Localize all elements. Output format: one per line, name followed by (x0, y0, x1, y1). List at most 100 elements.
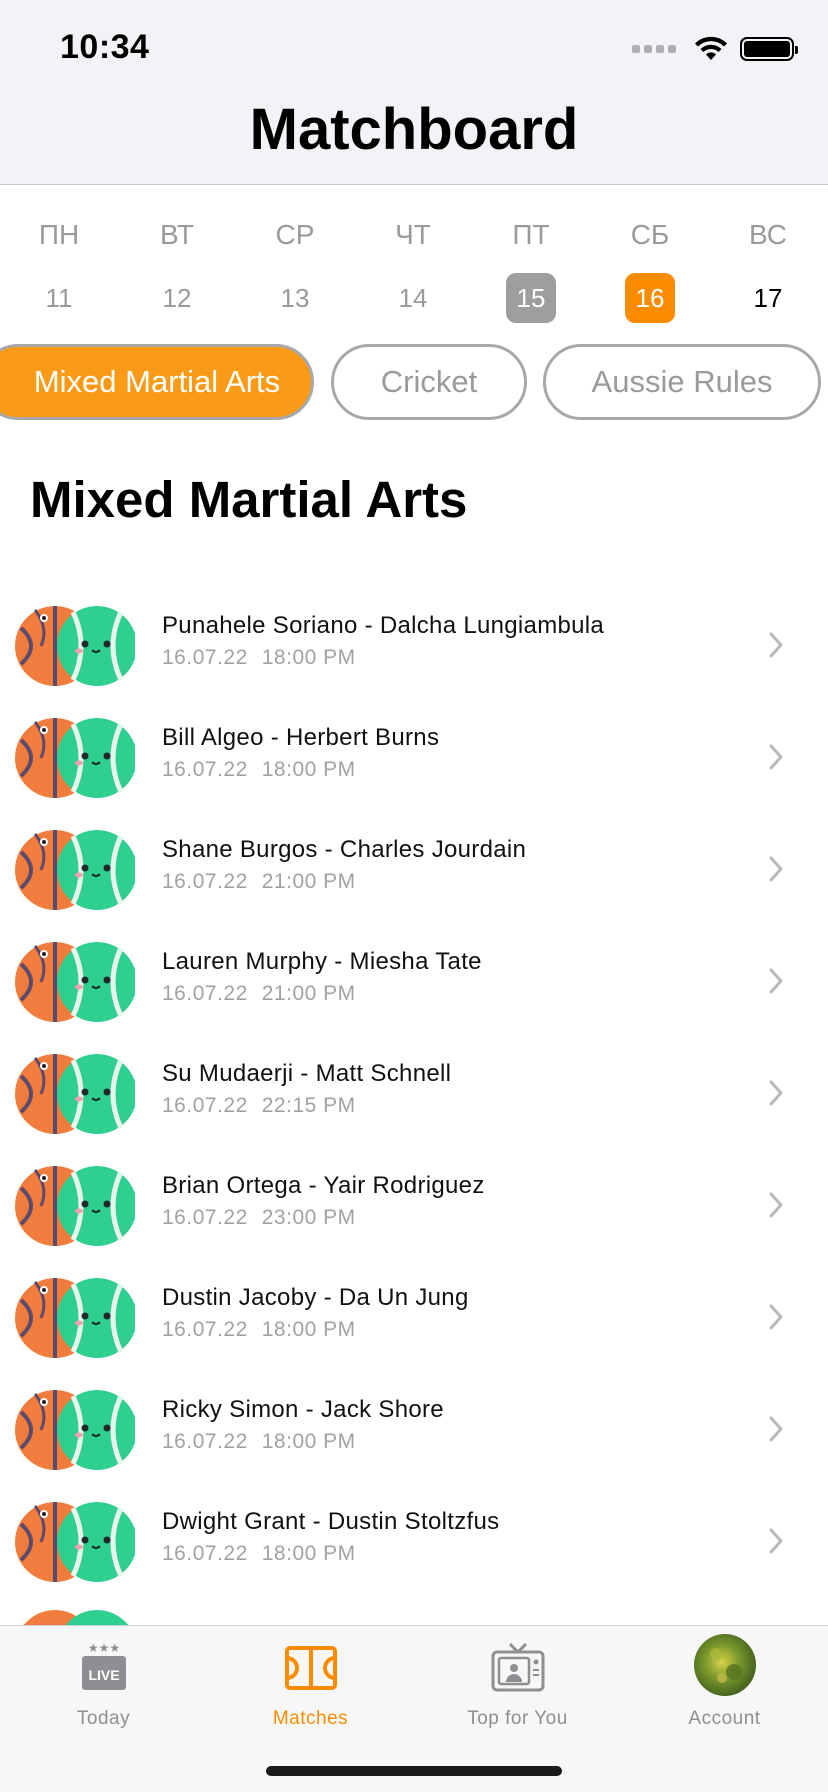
day-name: ЧТ (395, 219, 431, 250)
match-title: Dwight Grant - Dustin Stoltzfus (162, 1508, 500, 1535)
chip-mixed-martial-arts[interactable]: Mixed Martial Arts (0, 344, 314, 420)
day-fri[interactable]: ПТ 15 (491, 215, 571, 323)
chevron-right-icon (769, 744, 783, 770)
team-avatars-icon (15, 830, 135, 910)
day-sat[interactable]: СБ 16 (610, 215, 690, 323)
team-avatars (15, 1500, 135, 1584)
match-row[interactable]: Shane Burgos - Charles Jourdain 16.07.22… (0, 814, 828, 926)
match-row[interactable]: Dwight Grant - Dustin Stoltzfus 16.07.22… (0, 1486, 828, 1598)
tab-top-for-you[interactable]: Top for You (414, 1626, 621, 1756)
day-date: 14 (398, 283, 428, 313)
svg-text:LIVE: LIVE (88, 1667, 119, 1683)
sport-filter-chips: Mixed Martial Arts Cricket Aussie Rules (0, 344, 828, 422)
team-avatars (15, 828, 135, 912)
team-avatars (15, 1164, 135, 1248)
match-time: 23:00 PM (261, 1206, 356, 1229)
tab-label: Matches (272, 1708, 349, 1729)
chevron-right-icon (769, 1192, 783, 1218)
team-avatars-icon (15, 1278, 135, 1358)
day-date: 15 (506, 273, 556, 323)
chevron-right-icon (769, 1416, 783, 1442)
day-wed[interactable]: СР 13 (255, 215, 335, 323)
chevron-right-icon (769, 856, 783, 882)
match-title: Punahele Soriano - Dalcha Lungiambula (162, 612, 605, 639)
tab-label: Today (76, 1708, 131, 1729)
match-meta: 16.07.22 18:00 PM (162, 1318, 356, 1342)
day-date: 16 (625, 273, 675, 323)
match-time: 21:00 PM (261, 982, 356, 1005)
chevron-right-icon (769, 968, 783, 994)
match-row[interactable]: Lauren Murphy - Miesha Tate 16.07.22 21:0… (0, 926, 828, 1038)
day-name: СР (275, 219, 315, 250)
match-meta: 16.07.22 21:00 PM (162, 870, 356, 894)
partial-row-avatars (15, 1608, 135, 1625)
chevron-right-icon (769, 632, 783, 658)
match-title: Bill Algeo - Herbert Burns (162, 724, 440, 751)
day-date: 12 (162, 283, 192, 313)
match-title: Brian Ortega - Yair Rodriguez (162, 1172, 485, 1199)
match-row[interactable]: Bill Algeo - Herbert Burns 16.07.22 18:00… (0, 702, 828, 814)
wifi-icon (695, 36, 727, 60)
chevron-right-icon (769, 1304, 783, 1330)
team-avatars-icon (15, 1390, 135, 1470)
chip-aussie-rules[interactable]: Aussie Rules (543, 344, 821, 420)
match-date: 16.07.22 (162, 758, 248, 781)
live-icon: ★★★ LIVE (81, 1641, 126, 1690)
match-row[interactable]: Ricky Simon - Jack Shore 16.07.22 18:00 P… (0, 1374, 828, 1486)
match-time: 18:00 PM (261, 1430, 356, 1453)
match-row[interactable]: Dustin Jacoby - Da Un Jung 16.07.22 18:00… (0, 1262, 828, 1374)
chip-cricket[interactable]: Cricket (331, 344, 527, 420)
chevron-right-icon (769, 1528, 783, 1554)
match-title: Shane Burgos - Charles Jourdain (162, 836, 527, 863)
week-selector: ПН 11 ВТ 12 СР 13 ЧТ 14 ПТ 15 СБ 16 ВС 1… (0, 215, 828, 325)
match-meta: 16.07.22 18:00 PM (162, 646, 356, 670)
match-row[interactable]: Brian Ortega - Yair Rodriguez 16.07.22 23… (0, 1150, 828, 1262)
day-thu[interactable]: ЧТ 14 (373, 215, 453, 323)
header: 10:34 Matchboard (0, 0, 828, 185)
match-meta: 16.07.22 21:00 PM (162, 982, 356, 1006)
match-date: 16.07.22 (162, 646, 248, 669)
avatar (693, 1634, 756, 1696)
match-row[interactable]: Punahele Soriano - Dalcha Lungiambula 16… (0, 590, 828, 702)
match-meta: 16.07.22 18:00 PM (162, 1430, 356, 1454)
match-time: 18:00 PM (261, 1318, 356, 1341)
match-row[interactable]: Su Mudaerji - Matt Schnell 16.07.22 22:15… (0, 1038, 828, 1150)
match-date: 16.07.22 (162, 1318, 248, 1341)
status-icons (632, 36, 798, 62)
day-mon[interactable]: ПН 11 (19, 215, 99, 323)
tab-today[interactable]: ★★★ LIVE Today (0, 1626, 207, 1756)
team-avatars (15, 940, 135, 1024)
match-date: 16.07.22 (162, 1542, 248, 1565)
day-name: ПТ (512, 219, 550, 250)
match-date: 16.07.22 (162, 1094, 248, 1117)
match-time: 18:00 PM (261, 646, 356, 669)
match-title: Ricky Simon - Jack Shore (162, 1396, 444, 1423)
day-name: ВС (749, 219, 787, 250)
section-title: Mixed Martial Arts (30, 471, 468, 528)
day-date: 17 (753, 283, 783, 313)
match-time: 21:00 PM (261, 870, 356, 893)
tv-icon (491, 1642, 544, 1692)
match-date: 16.07.22 (162, 870, 248, 893)
home-indicator[interactable] (266, 1766, 562, 1776)
match-title: Dustin Jacoby - Da Un Jung (162, 1284, 469, 1311)
match-time: 22:15 PM (261, 1094, 356, 1117)
match-date: 16.07.22 (162, 1430, 248, 1453)
tab-label: Top for You (467, 1708, 568, 1729)
match-date: 16.07.22 (162, 1206, 248, 1229)
team-avatars-icon (15, 606, 135, 686)
team-avatars-icon (15, 1502, 135, 1582)
match-time: 18:00 PM (261, 1542, 356, 1565)
match-title: Su Mudaerji - Matt Schnell (162, 1060, 452, 1087)
team-avatars (15, 604, 135, 688)
tab-matches[interactable]: Matches (207, 1626, 414, 1756)
day-sun[interactable]: ВС 17 (728, 215, 808, 323)
match-meta: 16.07.22 22:15 PM (162, 1094, 356, 1118)
team-avatars-icon (23, 1610, 129, 1625)
tab-account[interactable]: Account (621, 1626, 828, 1756)
match-time: 18:00 PM (261, 758, 356, 781)
day-tue[interactable]: ВТ 12 (137, 215, 217, 323)
team-avatars (15, 716, 135, 800)
day-date: 11 (45, 283, 73, 313)
team-avatars-icon (15, 1166, 135, 1246)
